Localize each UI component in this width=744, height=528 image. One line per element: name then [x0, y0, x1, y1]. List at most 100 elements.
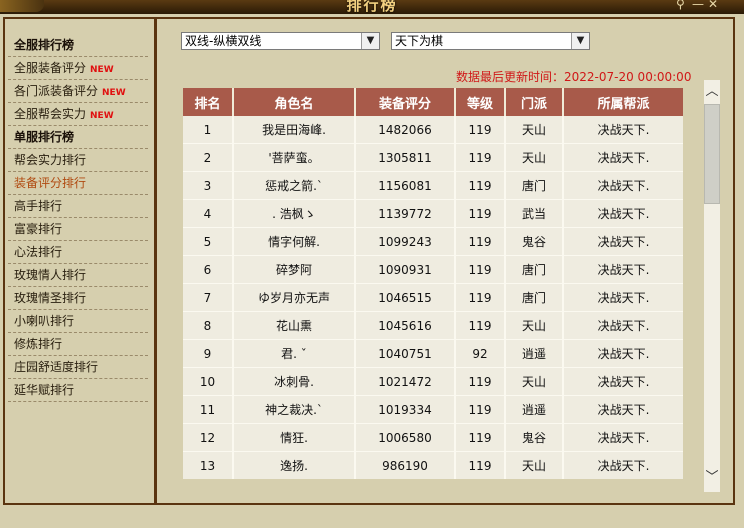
table-row[interactable]: 4. 浩枫ゝ 1139772 119 武当 决战天下.: [183, 199, 683, 228]
pin-icon[interactable]: ⚲: [676, 0, 685, 11]
table-cell: 逍遥: [505, 395, 564, 424]
column-header: 排名: [183, 88, 234, 116]
chevron-down-icon[interactable]: ▼: [361, 33, 379, 49]
table-row[interactable]: 2 '菩萨蛮。 1305811 119 天山 决战天下.: [183, 143, 683, 172]
table-cell: 1: [183, 116, 234, 144]
table-cell: 天山: [505, 367, 564, 396]
sidebar-item[interactable]: 小喇叭排行: [8, 310, 148, 333]
table-cell: 119: [455, 171, 506, 200]
scroll-up-icon[interactable]: ︿: [704, 80, 720, 100]
table-row[interactable]: 5 情字何解. 1099243 119 鬼谷 决战天下.: [183, 227, 683, 256]
table-row[interactable]: 7 ゆ岁月亦无声 1046515 119 唐门 决战天下.: [183, 283, 683, 312]
table-row[interactable]: 9 君. ˇ 1040751 92 逍遥 决战天下.: [183, 339, 683, 368]
table-row[interactable]: 13 逸扬. 986190 119 天山 决战天下.: [183, 451, 683, 479]
table-cell: 君. ˇ: [233, 339, 356, 368]
server-select-value: 双线-纵横双线: [185, 34, 262, 48]
sidebar-item-label: 高手排行: [14, 199, 63, 213]
table-cell: 决战天下.: [563, 283, 683, 312]
table-cell: 8: [183, 311, 234, 340]
table-row[interactable]: 10 冰刺骨. 1021472 119 天山 决战天下.: [183, 367, 683, 396]
table-cell: 1090931: [355, 255, 456, 284]
table-cell: 天山: [505, 143, 564, 172]
table-cell: 情狂.: [233, 423, 356, 452]
server-select[interactable]: 双线-纵横双线 ▼: [181, 32, 380, 50]
region-select[interactable]: 天下为棋 ▼: [391, 32, 590, 50]
table-cell: 决战天下.: [563, 423, 683, 452]
sidebar-item[interactable]: 修炼排行: [8, 333, 148, 356]
table-cell: 唐门: [505, 171, 564, 200]
column-header: 装备评分: [355, 88, 456, 116]
table-cell: 986190: [355, 451, 456, 479]
table-cell: 119: [455, 283, 506, 312]
sidebar-item-label: 修炼排行: [14, 337, 63, 351]
sidebar-section-header: 单服排行榜: [8, 126, 148, 149]
sidebar-item[interactable]: 心法排行: [8, 241, 148, 264]
sidebar-item-label: 帮会实力排行: [14, 153, 87, 167]
table-row[interactable]: 11 神之裁决.` 1019334 119 逍遥 决战天下.: [183, 395, 683, 424]
sidebar-item[interactable]: 延华赋排行: [8, 379, 148, 402]
chevron-down-icon[interactable]: ▼: [571, 33, 589, 49]
minimize-button[interactable]: —: [692, 0, 704, 11]
table-cell: 决战天下.: [563, 451, 683, 479]
table-row[interactable]: 12 情狂. 1006580 119 鬼谷 决战天下.: [183, 423, 683, 452]
table-cell: 119: [455, 367, 506, 396]
table-cell: 3: [183, 171, 234, 200]
table-row[interactable]: 1 我是田海峰. 1482066 119 天山 决战天下.: [183, 116, 683, 144]
table-cell: 119: [455, 199, 506, 228]
table-cell: 决战天下.: [563, 395, 683, 424]
sidebar-item-label: 心法排行: [14, 245, 63, 259]
sidebar-item[interactable]: 高手排行: [8, 195, 148, 218]
sidebar-item-label: 全服装备评分: [14, 61, 87, 75]
sidebar-item-label: 全服排行榜: [14, 38, 75, 52]
table-cell: 决战天下.: [563, 143, 683, 172]
sidebar-item[interactable]: 全服装备评分 NEW: [8, 57, 148, 80]
scroll-thumb[interactable]: [704, 104, 720, 204]
table-cell: 1099243: [355, 227, 456, 256]
column-header: 角色名: [233, 88, 356, 116]
sidebar: 全服排行榜 全服装备评分 NEW 各门派装备评分 NEW 全服帮会实力 NEW 单服排行榜 帮会…: [8, 34, 148, 402]
table-cell: '菩萨蛮。: [233, 143, 356, 172]
table-cell: 武当: [505, 199, 564, 228]
table-row[interactable]: 6 碎梦阿 1090931 119 唐门 决战天下.: [183, 255, 683, 284]
sidebar-item[interactable]: 玫瑰情圣排行: [8, 287, 148, 310]
scroll-down-icon[interactable]: ﹀: [704, 466, 720, 486]
vertical-scrollbar[interactable]: ︿ ﹀: [704, 80, 720, 492]
table-cell: 逍遥: [505, 339, 564, 368]
table-cell: 1045616: [355, 311, 456, 340]
new-badge: NEW: [90, 111, 114, 121]
table-cell: 13: [183, 451, 234, 479]
table-cell: 119: [455, 255, 506, 284]
table-cell: 花山熏: [233, 311, 356, 340]
ranking-table: 排名 角色名 装备评分 等级 门派 所属帮派 1 我是田海峰. 1482066 119 天山 决战天…: [183, 88, 683, 479]
sidebar-item-label: 玫瑰情圣排行: [14, 291, 87, 305]
table-cell: 神之裁决.`: [233, 395, 356, 424]
sidebar-item[interactable]: 各门派装备评分 NEW: [8, 80, 148, 103]
table-cell: 天山: [505, 311, 564, 340]
sidebar-item[interactable]: 庄园舒适度排行: [8, 356, 148, 379]
sidebar-item-label: 小喇叭排行: [14, 314, 75, 328]
region-select-value: 天下为棋: [395, 34, 444, 48]
sidebar-item[interactable]: 富豪排行: [8, 218, 148, 241]
new-badge: NEW: [102, 88, 126, 98]
table-cell: 119: [455, 143, 506, 172]
table-cell: 1139772: [355, 199, 456, 228]
main-frame: 全服排行榜 全服装备评分 NEW 各门派装备评分 NEW 全服帮会实力 NEW 单服排行榜 帮会…: [0, 14, 744, 528]
table-cell: 鬼谷: [505, 227, 564, 256]
table-cell: 我是田海峰.: [233, 116, 356, 144]
table-cell: 决战天下.: [563, 171, 683, 200]
table-cell: 12: [183, 423, 234, 452]
sidebar-item-label: 装备评分排行: [14, 176, 87, 190]
table-cell: ゆ岁月亦无声: [233, 283, 356, 312]
sidebar-item[interactable]: 装备评分排行: [8, 172, 148, 195]
table-cell: . 浩枫ゝ: [233, 199, 356, 228]
table-cell: 唐门: [505, 283, 564, 312]
table-row[interactable]: 8 花山熏 1045616 119 天山 决战天下.: [183, 311, 683, 340]
table-cell: 119: [455, 116, 506, 144]
sidebar-item[interactable]: 玫瑰情人排行: [8, 264, 148, 287]
table-cell: 碎梦阿: [233, 255, 356, 284]
table-row[interactable]: 3 惩戒之箭.` 1156081 119 唐门 决战天下.: [183, 171, 683, 200]
close-button[interactable]: ✕: [708, 0, 718, 11]
sidebar-item[interactable]: 全服帮会实力 NEW: [8, 103, 148, 126]
sidebar-item[interactable]: 帮会实力排行: [8, 149, 148, 172]
table-cell: 唐门: [505, 255, 564, 284]
